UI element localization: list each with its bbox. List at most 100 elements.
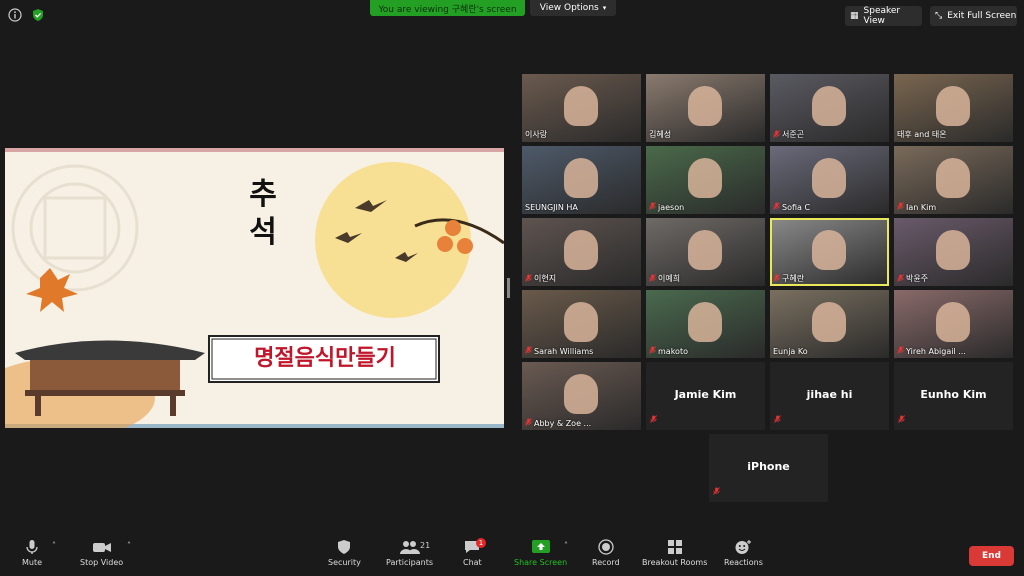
record-button[interactable]: Record [592, 539, 620, 567]
participant-video [564, 374, 598, 414]
speaker-view-label: Speaker View [863, 6, 901, 26]
participants-label: Participants [386, 558, 433, 567]
shield-icon [338, 540, 351, 554]
participant-name-label: Ian Kim [897, 202, 936, 212]
mute-options-chevron-icon[interactable]: ˄ [52, 541, 56, 550]
muted-microphone-icon [649, 202, 656, 212]
participant-name: Ian Kim [906, 202, 937, 212]
slide-title: 추석 [249, 177, 277, 250]
reactions-button[interactable]: Reactions [724, 539, 763, 567]
muted-microphone-icon [713, 480, 720, 499]
stop-video-button[interactable]: Stop Video [80, 539, 123, 567]
muted-microphone-icon [649, 273, 656, 284]
share-options-chevron-icon[interactable]: ˄ [564, 541, 568, 550]
participant-name-label: makoto [649, 346, 688, 356]
participant-name-center: Jamie Kim [674, 388, 737, 401]
participant-tile[interactable]: 이사랑 [522, 74, 641, 142]
participant-video [812, 302, 846, 342]
mute-button[interactable]: Mute [22, 539, 42, 567]
mute-label: Mute [22, 558, 43, 567]
participant-name: 태후 and 태온 [897, 130, 947, 139]
participant-name: jaeson [658, 202, 685, 212]
participant-tile[interactable]: makoto [646, 290, 765, 358]
smiley-plus-icon [735, 540, 752, 554]
share-screen-button[interactable]: Share Screen [514, 539, 567, 567]
participant-tile[interactable]: Abby & Zoe ... [522, 362, 641, 430]
view-options-label: View Options [539, 3, 599, 13]
participant-tile[interactable]: SEUNGJIN HA [522, 146, 641, 214]
participant-name-label: Sarah Williams [525, 346, 593, 356]
info-icon[interactable] [5, 5, 25, 25]
exit-full-screen-icon: ⤡ [935, 11, 943, 21]
chevron-down-icon: ▾ [602, 4, 607, 12]
participant-tile[interactable]: Sarah Williams [522, 290, 641, 358]
participant-video [812, 230, 846, 270]
participant-video [688, 86, 722, 126]
participant-tile[interactable]: Yireh Abigail ... [894, 290, 1013, 358]
participant-tile[interactable]: 구혜란 [770, 218, 889, 286]
participant-tile[interactable]: iPhone [709, 434, 828, 502]
participant-name-label: Abby & Zoe ... [525, 418, 591, 428]
participant-video [564, 230, 598, 270]
participant-name: Sarah Williams [534, 346, 594, 356]
participant-name-label: SEUNGJIN HA [525, 203, 578, 212]
participant-name: 김혜성 [649, 130, 672, 139]
security-label: Security [328, 558, 361, 567]
participant-video [936, 302, 970, 342]
split-drag-handle[interactable] [507, 278, 510, 298]
participants-count: 21 [420, 541, 431, 550]
participant-name-label: 이사랑 [525, 129, 547, 140]
exit-full-screen-button[interactable]: ⤡ Exit Full Screen [930, 6, 1017, 26]
participant-name-label: Sofia C [773, 202, 810, 212]
participant-name: Yireh Abigail ... [906, 346, 966, 356]
participant-tile[interactable]: Eunja Ko [770, 290, 889, 358]
participant-tile[interactable]: 서준곤 [770, 74, 889, 142]
speaker-view-button[interactable]: ▦ Speaker View [845, 6, 922, 26]
chat-badge: 1 [476, 538, 486, 548]
record-icon [598, 539, 614, 555]
participant-tile[interactable]: 태후 and 태온 [894, 74, 1013, 142]
breakout-rooms-button[interactable]: Breakout Rooms [642, 539, 707, 567]
participant-name-label: jaeson [649, 202, 684, 212]
participant-tile[interactable]: jihae hi [770, 362, 889, 430]
participant-tile[interactable]: 이현지 [522, 218, 641, 286]
muted-microphone-icon [897, 202, 904, 212]
security-button[interactable]: Security [328, 539, 361, 567]
participant-tile[interactable]: 김혜성 [646, 74, 765, 142]
participant-name: Sofia C [782, 202, 811, 212]
muted-microphone-icon [525, 346, 532, 356]
participant-tile[interactable]: 이예희 [646, 218, 765, 286]
participant-name-label: 구혜란 [773, 273, 804, 284]
shield-icon[interactable] [28, 5, 48, 25]
participant-tile[interactable]: Sofia C [770, 146, 889, 214]
end-meeting-button[interactable]: End [969, 546, 1014, 566]
participant-name: Eunja Ko [773, 347, 808, 356]
participant-name: makoto [658, 346, 688, 356]
participant-name-label: 박윤주 [897, 273, 928, 284]
breakout-rooms-icon [667, 540, 682, 554]
record-label: Record [592, 558, 620, 567]
participant-name-label: Yireh Abigail ... [897, 346, 966, 356]
participant-tile[interactable]: Jamie Kim [646, 362, 765, 430]
participant-tile[interactable]: Eunho Kim [894, 362, 1013, 430]
video-options-chevron-icon[interactable]: ˄ [127, 541, 131, 550]
participant-tile[interactable]: 박윤주 [894, 218, 1013, 286]
muted-microphone-icon [649, 346, 656, 356]
participant-name: 구혜란 [782, 274, 805, 283]
participant-tile[interactable]: jaeson [646, 146, 765, 214]
participant-video [564, 86, 598, 126]
view-options-button[interactable]: View Options ▾ [530, 0, 616, 16]
participant-name-label: 김혜성 [649, 129, 671, 140]
muted-microphone-icon [650, 408, 657, 427]
exit-full-screen-label: Exit Full Screen [947, 11, 1017, 21]
share-screen-label: Share Screen [514, 558, 568, 567]
participant-video [688, 158, 722, 198]
participant-video [936, 230, 970, 270]
participant-tile[interactable]: Ian Kim [894, 146, 1013, 214]
stop-video-label: Stop Video [80, 558, 124, 567]
muted-microphone-icon [898, 408, 905, 427]
reactions-label: Reactions [724, 558, 763, 567]
participant-name-label: 이현지 [525, 273, 556, 284]
muted-microphone-icon [773, 129, 780, 140]
share-screen-icon [531, 540, 550, 553]
